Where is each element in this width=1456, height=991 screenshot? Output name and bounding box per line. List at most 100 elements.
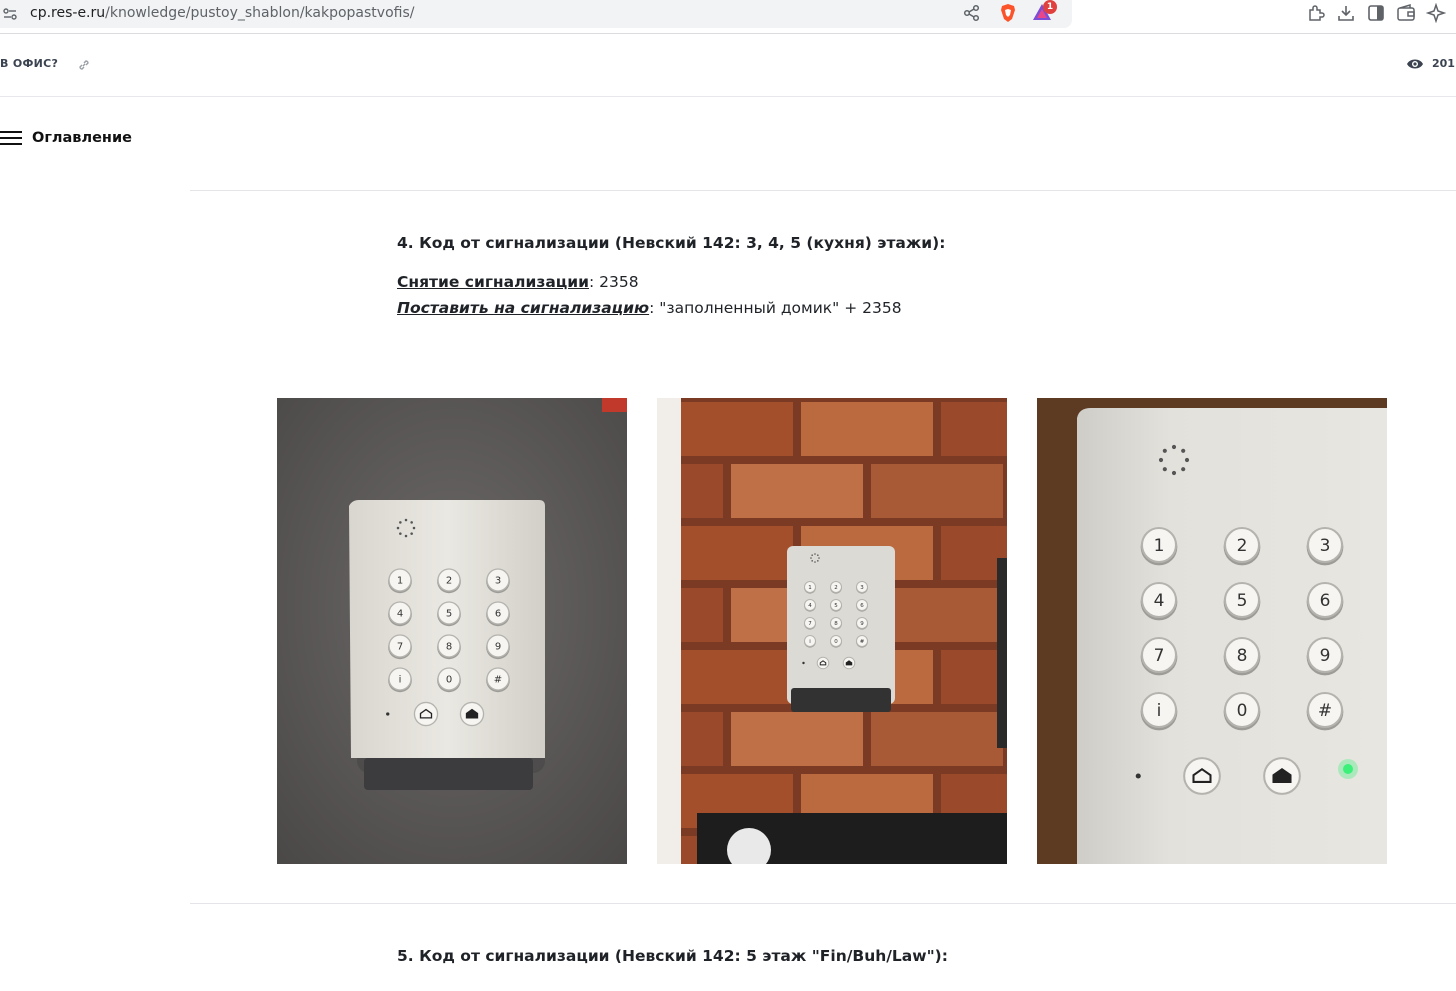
section-divider [190,903,1456,904]
keypad-key-label: 2 [446,576,452,587]
keypad-key-label: 7 [808,621,812,627]
brick [871,464,1003,518]
brick [801,402,933,456]
keypad-key-label: 6 [860,603,864,609]
keypad-key-label: 3 [1320,536,1331,556]
keypad-key-label: i [399,675,402,686]
keypad-key-label: # [494,675,502,686]
speaker-grille-dot [810,557,812,559]
keypad-key-label: 9 [860,621,864,627]
speaker-grille-dot [814,553,816,555]
brick [731,464,863,518]
keypad-key-label: 2 [834,585,838,591]
speaker-grille-dot [1171,470,1177,476]
home-outline-button [1183,757,1221,795]
keypad-photo-concrete[interactable]: 1 2 3 4 5 6 7 8 9 i 0 # [277,398,627,864]
speaker-grille-dot [404,534,408,538]
link-icon[interactable] [76,57,92,73]
rewards-badge: 1 [1043,0,1057,14]
status-led [802,661,805,665]
keypad-key-label: 8 [446,642,452,653]
arm-label: Поставить на сигнализацию [397,299,650,317]
speaker-grille-dot [1162,448,1167,453]
extensions-icon[interactable] [1306,3,1326,23]
speaker-grille-dot [396,526,400,530]
speaker-grille-dot [811,560,813,562]
keypad-key-label: 5 [834,603,838,609]
views-count: 201 [1432,57,1455,70]
speaker-grille-dot [410,521,413,524]
keypad-key-label: 5 [446,609,452,620]
speaker-grille-dot [399,532,402,535]
keypad-key-label: 1 [1154,536,1165,556]
page-title-breadcrumb[interactable]: В ОФИС? [0,57,58,70]
brave-shield-icon[interactable] [998,3,1018,23]
keypad-key-label: 6 [1320,591,1331,611]
leo-ai-icon[interactable] [1426,3,1446,23]
table-of-contents-button[interactable]: Оглавление [0,127,132,149]
speaker-grille-dot [412,526,416,530]
home-outline-button [816,656,830,670]
keypad-key-label: 3 [495,576,501,587]
arm-value: : "заполненный домик" + 2358 [649,299,902,317]
sidebar-toggle-icon[interactable] [1366,3,1386,23]
url-text[interactable]: cp.res-e.ru/knowledge/pustoy_shablon/kak… [30,4,414,22]
section-divider [190,190,1456,191]
share-icon[interactable] [962,3,982,23]
keypad-key-label: i [1157,701,1162,721]
keypad-key-label: 5 [1237,591,1248,611]
header-divider [0,96,1456,97]
keypad-key-label: 0 [446,675,452,686]
keypad-key-label: 9 [495,642,501,653]
keypad-photo-3-image: 1 2 3 4 5 6 7 8 9 i 0 # [1037,398,1387,864]
brick [731,712,863,766]
downloads-icon[interactable] [1336,3,1356,23]
wallet-icon[interactable] [1396,3,1416,23]
speaker-grille-dot [1158,457,1164,463]
keypad-key-label: 8 [834,621,838,627]
url-path: /knowledge/pustoy_shablon/kakpopastvofis… [105,5,415,21]
keypad-key-label: 4 [1154,591,1165,611]
arm-line: Поставить на сигнализацию: "заполненный … [397,299,902,317]
keypad-key-label: 1 [808,585,812,591]
toc-label: Оглавление [32,130,132,146]
keypad-key-label: 1 [397,576,403,587]
site-info-icon[interactable] [2,6,18,22]
keypad-photo-closeup[interactable]: 1 2 3 4 5 6 7 8 9 i 0 # [1037,398,1387,864]
speaker-grille-dot [404,518,408,522]
section-4-heading: 4. Код от сигнализации (Невский 142: 3, … [397,234,946,252]
browser-divider [0,33,1456,34]
speaker-grille-dot [410,532,413,535]
keypad-key-label: 7 [397,642,403,653]
menu-icon [0,131,22,145]
keypad-key-label: # [1318,701,1332,721]
keypad-key-label: 0 [1237,701,1248,721]
speaker-grille-dot [1184,457,1190,463]
keypad-key-label: 9 [1320,646,1331,666]
speaker-grille-dot [1181,448,1186,453]
keypad-key-label: 3 [860,585,864,591]
speaker-grille-dot [817,554,819,556]
eye-icon [1407,59,1423,69]
url-host: cp.res-e.ru [30,5,106,21]
keypad-key-label: 0 [834,639,838,645]
keypad-key-label: 6 [495,609,501,620]
brick [941,402,1007,456]
home-outline-button [413,701,439,727]
status-led [1135,773,1141,779]
keypad-photo-brick[interactable]: 1 2 3 4 5 6 7 8 9 i 0 # [657,398,1007,864]
keypad-key-label: 8 [1237,646,1248,666]
keypad-key-label: 4 [808,603,812,609]
section-5-heading: 5. Код от сигнализации (Невский 142: 5 э… [397,947,948,965]
speaker-grille-dot [1171,444,1177,450]
speaker-grille-dot [811,554,813,556]
speaker-grille-dot [818,557,820,559]
speaker-grille-dot [399,521,402,524]
disarm-label: Снятие сигнализации [397,273,589,291]
keypad-key-label: # [860,639,865,645]
speaker-grille-dot [814,561,816,563]
speaker-grille-dot [1162,467,1167,472]
keypad-photo-2-image: 1 2 34 5 67 8 9i 0 # [657,398,1007,864]
keypad-key-label: 2 [1237,536,1248,556]
keypad-key-label: 4 [397,609,403,620]
